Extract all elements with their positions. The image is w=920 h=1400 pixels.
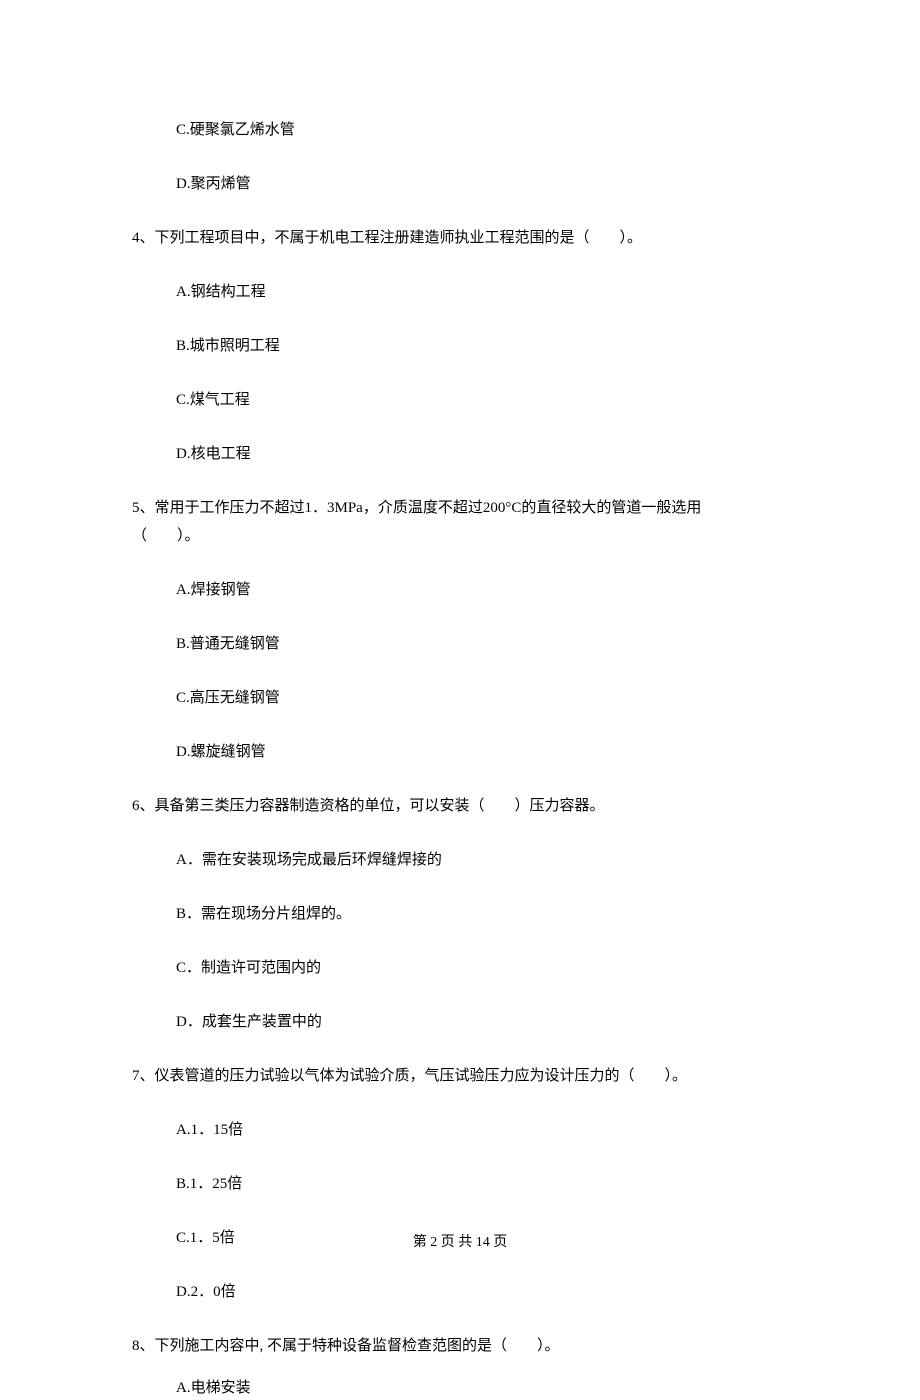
q4-option-b: B.城市照明工程	[132, 334, 788, 358]
q8-stem: 8、下列施工内容中, 不属于特种设备监督检查范图的是（ ）。	[132, 1334, 788, 1358]
q7-option-d: D.2．0倍	[132, 1280, 788, 1304]
q5-option-d: D.螺旋缝钢管	[132, 740, 788, 764]
q7-stem: 7、仪表管道的压力试验以气体为试验介质，气压试验压力应为设计压力的（ ）。	[132, 1064, 788, 1088]
q5-stem: 5、常用于工作压力不超过1．3MPa，介质温度不超过200°C的直径较大的管道一…	[132, 496, 788, 520]
page-footer: 第 2 页 共 14 页	[0, 1232, 920, 1254]
q6-option-a: A．需在安装现场完成最后环焊缝焊接的	[132, 848, 788, 872]
q5-option-c: C.高压无缝钢管	[132, 686, 788, 710]
q4-option-a: A.钢结构工程	[132, 280, 788, 304]
q6-option-d: D．成套生产装置中的	[132, 1010, 788, 1034]
q7-option-a: A.1．15倍	[132, 1118, 788, 1142]
q6-option-c: C．制造许可范围内的	[132, 956, 788, 980]
page-body: C.硬聚氯乙烯水管 D.聚丙烯管 4、下列工程项目中，不属于机电工程注册建造师执…	[0, 0, 920, 1400]
q4-option-c: C.煤气工程	[132, 388, 788, 412]
q6-stem: 6、具备第三类压力容器制造资格的单位，可以安装（ ）压力容器。	[132, 794, 788, 818]
q5-option-a: A.焊接钢管	[132, 578, 788, 602]
q5-option-b: B.普通无缝钢管	[132, 632, 788, 656]
q3-option-c: C.硬聚氯乙烯水管	[132, 118, 788, 142]
q4-option-d: D.核电工程	[132, 442, 788, 466]
q5-stem-cont: （ ）。	[132, 524, 788, 548]
q4-stem: 4、下列工程项目中，不属于机电工程注册建造师执业工程范围的是（ ）。	[132, 226, 788, 250]
q3-option-d: D.聚丙烯管	[132, 172, 788, 196]
q8-option-a: A.电梯安装	[132, 1376, 788, 1400]
q6-option-b: B．需在现场分片组焊的。	[132, 902, 788, 926]
q7-option-b: B.1．25倍	[132, 1172, 788, 1196]
